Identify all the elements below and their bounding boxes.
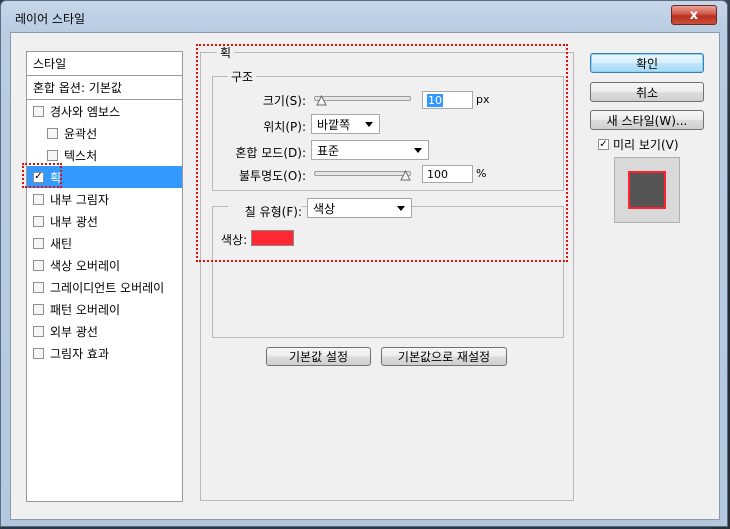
close-button[interactable]: x <box>671 5 717 25</box>
ok-button[interactable]: 확인 <box>590 53 704 73</box>
style-preview-square <box>628 171 666 209</box>
style-item-inner-glow[interactable]: 내부 광선 <box>27 210 182 232</box>
style-item-inner-shadow[interactable]: 내부 그림자 <box>27 188 182 210</box>
style-checkbox[interactable] <box>33 215 44 227</box>
cancel-button[interactable]: 취소 <box>590 82 704 102</box>
style-checkbox[interactable] <box>33 193 44 205</box>
new-style-button[interactable]: 새 스타일(W)... <box>590 110 704 130</box>
style-item-pattern-overlay[interactable]: 패턴 오버레이 <box>27 298 182 320</box>
style-item-outer-glow[interactable]: 외부 광선 <box>27 320 182 342</box>
style-checkbox[interactable] <box>33 303 44 315</box>
style-checkbox[interactable] <box>47 127 58 139</box>
style-item-bevel-emboss[interactable]: 경사와 엠보스 <box>27 100 182 122</box>
style-item-gradient-overlay[interactable]: 그레이디언트 오버레이 <box>27 276 182 298</box>
style-checkbox[interactable] <box>33 281 44 293</box>
blend-options-item[interactable]: 혼합 옵션: 기본값 <box>27 76 182 98</box>
style-checkbox[interactable] <box>33 237 44 249</box>
make-default-button[interactable]: 기본값 설정 <box>266 347 371 366</box>
style-item-satin[interactable]: 새틴 <box>27 232 182 254</box>
style-checkbox[interactable] <box>33 347 44 359</box>
style-item-contour[interactable]: 윤곽선 <box>27 122 182 144</box>
style-list-header[interactable]: 스타일 <box>27 52 182 74</box>
title-bar[interactable]: 레이어 스타일 x <box>1 1 729 35</box>
close-icon: x <box>689 7 699 23</box>
style-list: 스타일 혼합 옵션: 기본값 경사와 엠보스 윤곽선 텍스처 ✓ 획 내부 그림… <box>26 51 183 502</box>
stroke-settings-highlight <box>196 44 568 262</box>
stroke-item-highlight <box>22 163 62 188</box>
style-checkbox[interactable] <box>33 325 44 337</box>
style-checkbox[interactable] <box>33 105 44 117</box>
window-title: 레이어 스타일 <box>15 12 86 26</box>
reset-default-button[interactable]: 기본값으로 재설정 <box>381 347 507 366</box>
style-checkbox[interactable] <box>47 149 58 161</box>
style-item-drop-shadow[interactable]: 그림자 효과 <box>27 342 182 364</box>
check-icon[interactable]: ✓ <box>598 139 609 150</box>
style-checkbox[interactable] <box>33 259 44 271</box>
style-item-color-overlay[interactable]: 색상 오버레이 <box>27 254 182 276</box>
preview-checkbox[interactable]: ✓ 미리 보기(V) <box>598 136 679 153</box>
style-preview <box>614 157 680 223</box>
